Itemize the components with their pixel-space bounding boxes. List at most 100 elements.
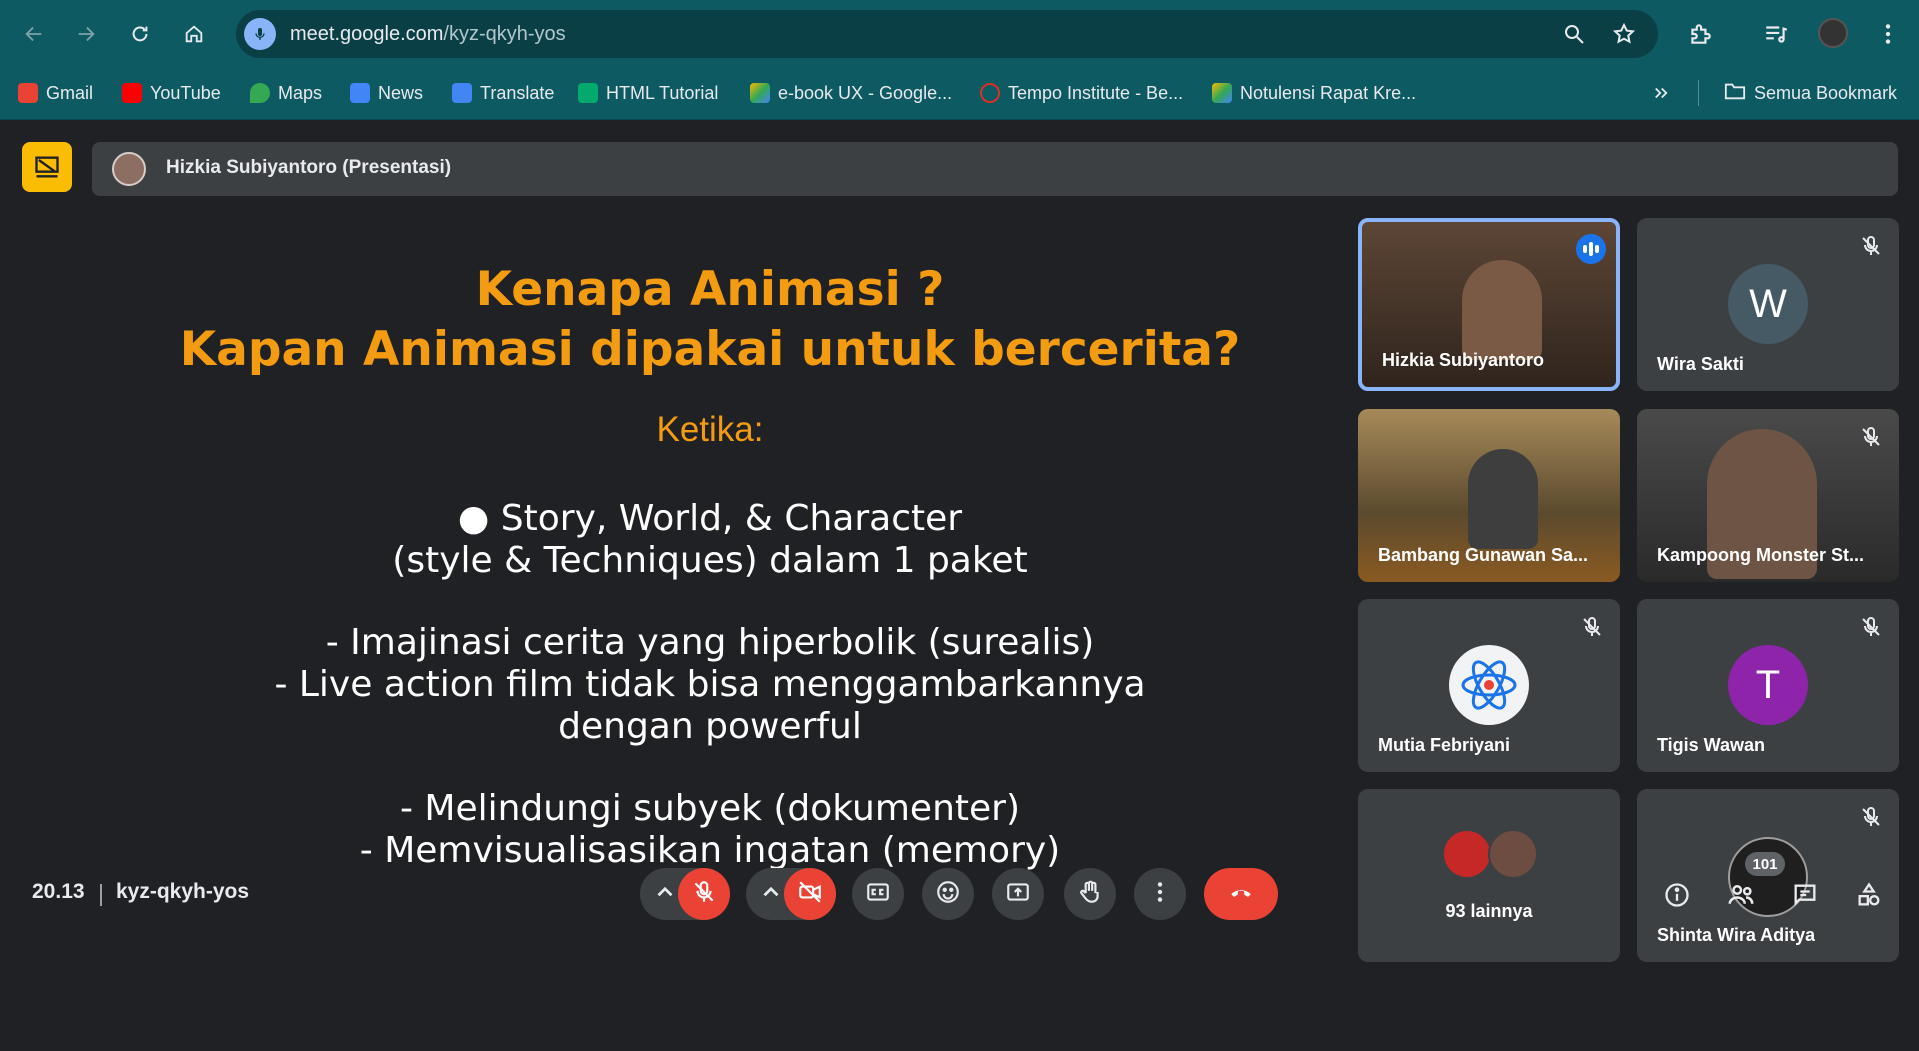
bookmark-maps[interactable]: Maps	[250, 79, 322, 107]
participant-avatar: W	[1728, 264, 1808, 344]
participant-tile[interactable]: T Tigis Wawan	[1637, 599, 1899, 772]
bookmark-youtube[interactable]: YouTube	[122, 79, 221, 107]
slide-line: - Imajinasi cerita yang hiperbolik (sure…	[325, 622, 1095, 663]
participant-count-badge: 101	[1745, 852, 1785, 876]
all-bookmarks[interactable]: Semua Bookmark	[1724, 79, 1897, 107]
emoji-icon	[935, 879, 961, 910]
presenter-label: Hizkia Subiyantoro (Presentasi)	[166, 157, 452, 178]
youtube-icon	[122, 83, 142, 103]
participant-tile[interactable]: Bambang Gunawan Sa...	[1358, 409, 1620, 582]
slide-title: Kenapa Animasi ? Kapan Animasi dipakai u…	[40, 260, 1380, 380]
microphone-toggle-button[interactable]	[678, 868, 730, 920]
media-control-icon[interactable]	[1762, 20, 1790, 48]
participant-name: Tigis Wawan	[1657, 735, 1766, 755]
participant-name: Wira Sakti	[1657, 354, 1744, 374]
participant-tile[interactable]: Kampoong Monster St...	[1637, 409, 1899, 582]
profile-avatar[interactable]	[1818, 18, 1848, 48]
hand-icon	[1077, 879, 1103, 910]
present-button[interactable]	[992, 868, 1044, 920]
participant-name: Kampoong Monster St...	[1657, 545, 1864, 565]
slide-line: - Live action film tidak bisa menggambar…	[274, 664, 1146, 705]
news-icon	[350, 83, 370, 103]
people-icon[interactable]	[1724, 878, 1758, 912]
participant-avatar	[1442, 829, 1492, 879]
participant-avatar	[1488, 829, 1538, 879]
mic-off-icon	[1859, 615, 1883, 639]
participant-tile[interactable]: Hizkia Subiyantoro	[1358, 218, 1620, 391]
slide-line: - Memvisualisasikan ingatan (memory)	[359, 830, 1061, 871]
participant-tile[interactable]: Mutia Febriyani	[1358, 599, 1620, 772]
meeting-time: 20.13	[32, 880, 85, 903]
chevron-up-icon	[652, 879, 678, 910]
google-drive-icon	[1212, 83, 1232, 103]
participant-avatar: T	[1728, 645, 1808, 725]
translate-icon	[452, 83, 472, 103]
camera-toggle-button[interactable]	[784, 868, 836, 920]
presentation-slide: Kenapa Animasi ? Kapan Animasi dipakai u…	[40, 220, 1380, 900]
participant-name: Shinta Wira Aditya	[1657, 925, 1816, 945]
participant-tile[interactable]: W Wira Sakti	[1637, 218, 1899, 391]
raise-hand-button[interactable]	[1064, 868, 1116, 920]
mic-in-use-icon[interactable]	[244, 18, 276, 50]
reload-icon[interactable]	[122, 16, 158, 52]
browser-menu-icon[interactable]	[1874, 20, 1902, 48]
more-vert-icon	[1147, 879, 1173, 910]
activities-icon[interactable]	[1852, 878, 1886, 912]
present-screen-icon	[1005, 879, 1031, 910]
bookmark-tempo-institute[interactable]: Tempo Institute - Be...	[980, 79, 1183, 107]
meeting-code: kyz-qkyh-yos	[116, 880, 250, 903]
address-bar[interactable]: meet.google.com/kyz-qkyh-yos	[236, 10, 1658, 58]
forward-icon[interactable]	[68, 16, 104, 52]
more-bookmarks-icon[interactable]	[1652, 79, 1670, 107]
slide-title-line-1: Kenapa Animasi ?	[475, 262, 945, 317]
tempo-icon	[980, 83, 1000, 103]
leave-call-button[interactable]	[1204, 868, 1278, 920]
mic-off-icon	[1859, 234, 1883, 258]
folder-icon	[1724, 81, 1746, 106]
hang-up-icon	[1228, 879, 1254, 910]
atom-avatar-icon	[1449, 645, 1529, 725]
bookmark-html-tutorial[interactable]: HTML Tutorial	[578, 79, 718, 107]
w3schools-icon	[578, 83, 598, 103]
meeting-details-icon[interactable]	[1660, 878, 1694, 912]
more-options-button[interactable]	[1134, 868, 1186, 920]
browser-toolbar: meet.google.com/kyz-qkyh-yos	[0, 0, 1919, 66]
slide-line: (style & Techniques) dalam 1 paket	[392, 540, 1028, 581]
reactions-button[interactable]	[922, 868, 974, 920]
presentation-icon[interactable]	[22, 142, 72, 192]
slide-line: ● Story, World, & Character	[457, 498, 963, 539]
gmail-icon	[18, 83, 38, 103]
bookmark-gmail[interactable]: Gmail	[18, 79, 93, 107]
slide-title-line-2: Kapan Animasi dipakai untuk bercerita?	[179, 322, 1241, 377]
bookmark-translate[interactable]: Translate	[452, 79, 554, 107]
participant-video	[1468, 449, 1538, 549]
slide-line: - Melindungi subyek (dokumenter)	[399, 788, 1021, 829]
bookmark-star-icon[interactable]	[1612, 22, 1636, 46]
home-icon[interactable]	[176, 16, 212, 52]
speaking-indicator-icon	[1576, 234, 1606, 264]
mic-off-icon	[691, 879, 717, 910]
chat-icon[interactable]	[1788, 878, 1822, 912]
slide-line: dengan powerful	[558, 706, 862, 747]
bookmark-news[interactable]: News	[350, 79, 423, 107]
divider	[100, 884, 102, 906]
others-count: 93 lainnya	[1445, 901, 1533, 921]
presenter-bar: Hizkia Subiyantoro (Presentasi)	[92, 142, 1898, 196]
others-tile[interactable]: 93 lainnya	[1358, 789, 1620, 962]
mic-off-icon	[1859, 425, 1883, 449]
captions-button[interactable]	[852, 868, 904, 920]
url-text: meet.google.com/kyz-qkyh-yos	[290, 23, 566, 45]
zoom-icon[interactable]	[1562, 22, 1586, 46]
presenter-avatar	[112, 152, 146, 186]
maps-icon	[250, 83, 270, 103]
extensions-icon[interactable]	[1686, 20, 1714, 48]
bookmark-notulensi[interactable]: Notulensi Rapat Kre...	[1212, 79, 1416, 107]
bookmark-ebook-ux[interactable]: e-book UX - Google...	[750, 79, 952, 107]
bookmarks-divider	[1698, 80, 1699, 106]
mic-off-icon	[1859, 805, 1883, 829]
slide-subtitle: Ketika:	[656, 410, 764, 449]
bookmarks-bar: Gmail YouTube Maps News Translate HTML T…	[0, 66, 1919, 120]
participant-name: Hizkia Subiyantoro	[1382, 350, 1545, 370]
participant-name: Mutia Febriyani	[1378, 735, 1511, 755]
back-icon[interactable]	[16, 16, 52, 52]
